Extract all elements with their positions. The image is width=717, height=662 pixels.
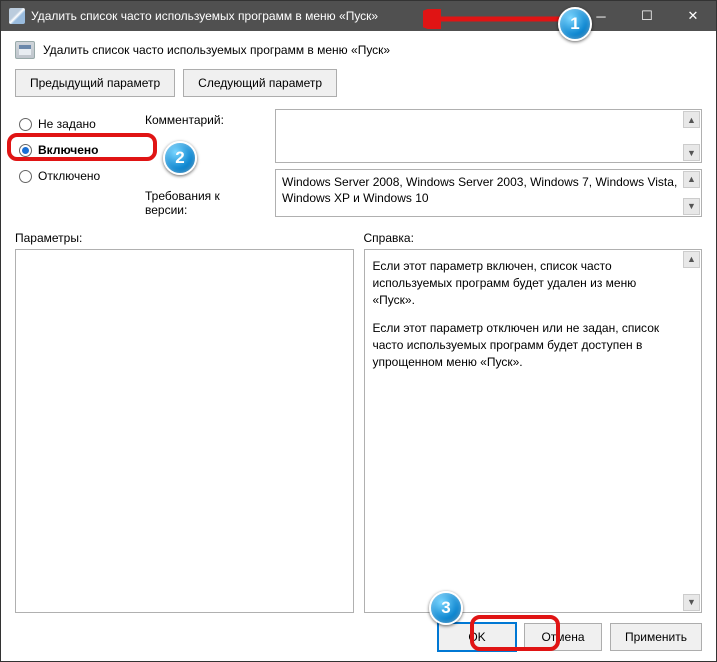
maximize-button[interactable]: ☐ <box>624 1 670 31</box>
help-label: Справка: <box>364 231 703 245</box>
comment-field[interactable]: ▲ ▼ <box>275 109 702 163</box>
policy-editor-window: Удалить список часто используемых програ… <box>0 0 717 662</box>
scroll-down-icon[interactable]: ▼ <box>683 144 700 161</box>
app-icon <box>9 8 25 24</box>
cancel-button[interactable]: Отмена <box>524 623 602 651</box>
apply-button[interactable]: Применить <box>610 623 702 651</box>
next-setting-button[interactable]: Следующий параметр <box>183 69 337 97</box>
supported-on-field: Windows Server 2008, Windows Server 2003… <box>275 169 702 217</box>
help-paragraph: Если этот параметр отключен или не задан… <box>373 320 680 370</box>
params-label: Параметры: <box>15 231 354 245</box>
scroll-up-icon[interactable]: ▲ <box>683 251 700 268</box>
step-badge-3: 3 <box>429 591 463 625</box>
radio-enabled[interactable]: Включено <box>15 139 135 161</box>
radio-label: Включено <box>38 143 98 157</box>
subtitle-row: Удалить список часто используемых програ… <box>15 41 702 59</box>
step-badge-1: 1 <box>558 7 592 41</box>
supported-on-text: Windows Server 2008, Windows Server 2003… <box>282 175 677 205</box>
ok-button[interactable]: OK <box>438 623 516 651</box>
comment-label: Комментарий: <box>145 113 265 127</box>
scroll-up-icon[interactable]: ▲ <box>683 111 700 128</box>
radio-label: Отключено <box>38 169 100 183</box>
titlebar: Удалить список часто используемых програ… <box>1 1 716 31</box>
previous-setting-button[interactable]: Предыдущий параметр <box>15 69 175 97</box>
scroll-up-icon[interactable]: ▲ <box>683 171 700 188</box>
radio-icon <box>19 118 32 131</box>
radio-column: Не задано Включено Отключено 2 <box>15 109 135 217</box>
window-title: Удалить список часто используемых програ… <box>31 9 578 23</box>
close-button[interactable]: ✕ <box>670 1 716 31</box>
scroll-down-icon[interactable]: ▼ <box>683 198 700 215</box>
scroll-down-icon[interactable]: ▼ <box>683 594 700 611</box>
radio-label: Не задано <box>38 117 96 131</box>
help-pane: Если этот параметр включен, список часто… <box>364 249 703 613</box>
help-paragraph: Если этот параметр включен, список часто… <box>373 258 680 308</box>
radio-disabled[interactable]: Отключено <box>15 165 135 187</box>
nav-buttons: Предыдущий параметр Следующий параметр <box>15 69 702 97</box>
pane-labels: Параметры: Справка: <box>15 231 702 245</box>
content-area: Удалить список часто используемых програ… <box>1 31 716 661</box>
supported-label: Требования к версии: <box>145 189 265 217</box>
upper-settings: Не задано Включено Отключено 2 Комментар… <box>15 109 702 217</box>
panes-row: Если этот параметр включен, список часто… <box>15 249 702 613</box>
policy-icon <box>15 41 35 59</box>
right-column: ▲ ▼ Windows Server 2008, Windows Server … <box>275 109 702 217</box>
step-badge-2: 2 <box>163 141 197 175</box>
policy-subtitle: Удалить список часто используемых програ… <box>43 43 390 57</box>
radio-icon <box>19 144 32 157</box>
radio-icon <box>19 170 32 183</box>
radio-not-configured[interactable]: Не задано <box>15 113 135 135</box>
params-pane <box>15 249 354 613</box>
dialog-button-bar: 3 OK Отмена Применить <box>15 613 702 651</box>
